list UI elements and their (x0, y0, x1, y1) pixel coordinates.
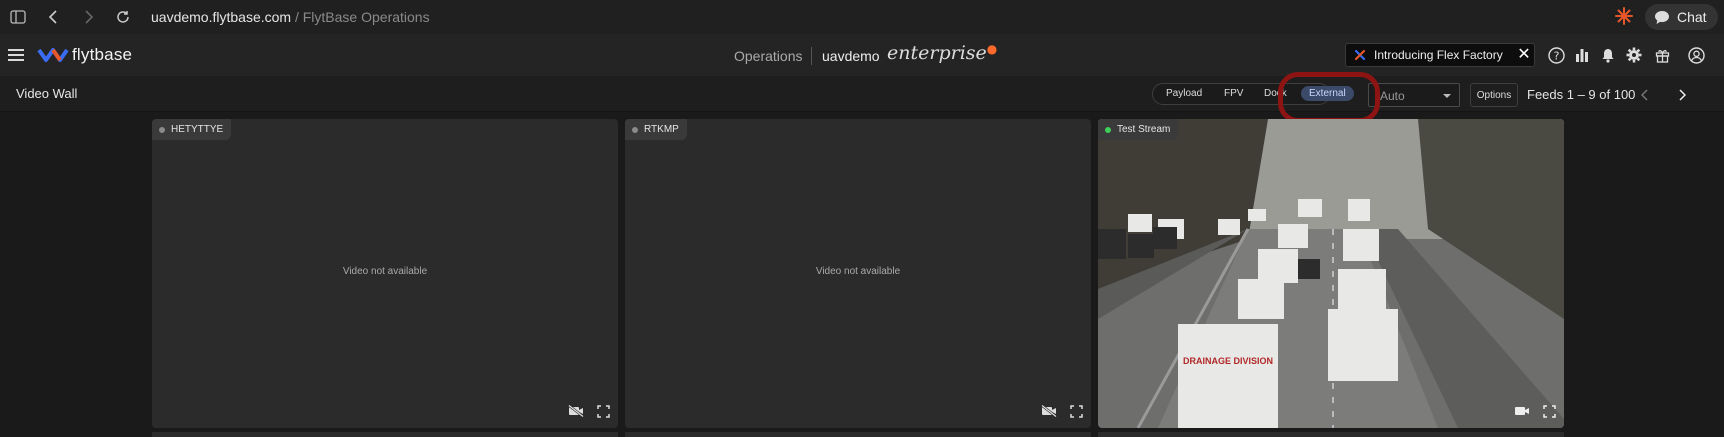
svg-text:?: ? (1553, 49, 1559, 62)
fullscreen-icon[interactable] (592, 400, 614, 422)
video-tile[interactable]: HETYTTYE Video not available (152, 119, 618, 428)
video-unavailable-message: Video not available (815, 266, 901, 277)
fullscreen-icon[interactable] (1538, 400, 1560, 422)
url-domain: uavdemo.flytbase.com (151, 9, 292, 25)
status-dot (159, 126, 165, 133)
browser-toolbar: uavdemo.flytbase.com / FlytBase Operatio… (0, 0, 1724, 34)
video-wall-toolbar: Video Wall Payload FPV Dock External (0, 76, 1724, 112)
menu-icon[interactable] (8, 48, 24, 62)
video-tile-partial[interactable] (625, 432, 1091, 437)
tile-label: HETYTTYE (152, 119, 232, 140)
fullscreen-icon[interactable] (1065, 400, 1087, 422)
filter-fpv[interactable]: FPV (1224, 88, 1243, 99)
status-dot (632, 126, 638, 133)
camera-off-icon[interactable] (1038, 400, 1060, 422)
forward-icon[interactable] (79, 7, 99, 27)
header-divider (811, 47, 812, 65)
stream-name: Test Stream (1117, 124, 1171, 135)
url-page-title: FlytBase Operations (302, 9, 430, 25)
sidebar-toggle-icon[interactable] (8, 7, 28, 27)
reload-icon[interactable] (113, 7, 133, 27)
app-header: flytbase Operations uavdemo enterprise● … (0, 34, 1724, 76)
address-bar[interactable]: uavdemo.flytbase.com / FlytBase Operatio… (151, 9, 430, 25)
video-tile-partial[interactable] (1098, 432, 1564, 437)
flytbase-logo-icon (37, 48, 69, 62)
svg-text:DRAINAGE DIVISION: DRAINAGE DIVISION (1183, 356, 1273, 366)
quality-select[interactable]: Auto (1368, 83, 1460, 107)
page-title: Video Wall (16, 86, 78, 101)
live-video-frame: DRAINAGE DIVISION (1098, 119, 1564, 428)
organization-name: uavdemo (822, 48, 880, 64)
promo-text: Introducing Flex Factory (1374, 48, 1503, 62)
next-page-icon[interactable] (1673, 86, 1691, 104)
stream-name: HETYTTYE (171, 124, 224, 135)
highlight-annotation (1278, 72, 1380, 123)
camera-off-icon[interactable] (565, 400, 587, 422)
feeds-count: Feeds 1 – 9 of 100 (1527, 87, 1636, 102)
tile-label: RTKMP (625, 119, 687, 140)
edition-accent-icon: ● (986, 42, 998, 56)
video-tile[interactable]: DRAINAGE DIVISION Test Stream (1098, 119, 1564, 428)
analytics-icon[interactable] (1572, 45, 1592, 65)
video-tile-partial[interactable] (152, 432, 618, 437)
chat-label: Chat (1677, 9, 1707, 25)
notification-bell-icon[interactable] (1598, 45, 1618, 65)
filter-payload[interactable]: Payload (1166, 88, 1202, 99)
status-dot-live (1105, 126, 1111, 133)
camera-icon[interactable] (1511, 400, 1533, 422)
sparkle-icon[interactable] (1614, 6, 1634, 26)
gift-icon[interactable] (1652, 45, 1672, 65)
settings-gear-icon[interactable] (1624, 45, 1644, 65)
help-icon[interactable]: ? (1546, 45, 1566, 65)
edition-label: enterprise● (887, 42, 997, 64)
user-profile-icon[interactable] (1686, 45, 1706, 65)
back-icon[interactable] (43, 7, 63, 27)
promo-banner[interactable]: Introducing Flex Factory (1345, 43, 1535, 67)
edition-text: enterprise (887, 42, 987, 64)
tile-label: Test Stream (1098, 119, 1179, 140)
flex-factory-icon (1354, 49, 1366, 61)
flytbase-logo[interactable]: flytbase (37, 45, 132, 65)
previous-page-icon[interactable] (1636, 86, 1654, 104)
section-title: Operations (734, 48, 803, 64)
quality-value: Auto (1380, 89, 1405, 103)
video-unavailable-message: Video not available (342, 266, 428, 277)
options-button[interactable]: Options (1470, 83, 1518, 107)
caret-down-icon (1443, 94, 1451, 98)
url-separator: / (291, 9, 303, 25)
stream-name: RTKMP (644, 124, 679, 135)
logo-text: flytbase (72, 45, 133, 64)
promo-close-icon[interactable]: ✕ (1514, 44, 1534, 64)
video-tile[interactable]: RTKMP Video not available (625, 119, 1091, 428)
chat-bubble-icon (1655, 10, 1669, 24)
chat-button[interactable]: Chat (1645, 4, 1718, 30)
